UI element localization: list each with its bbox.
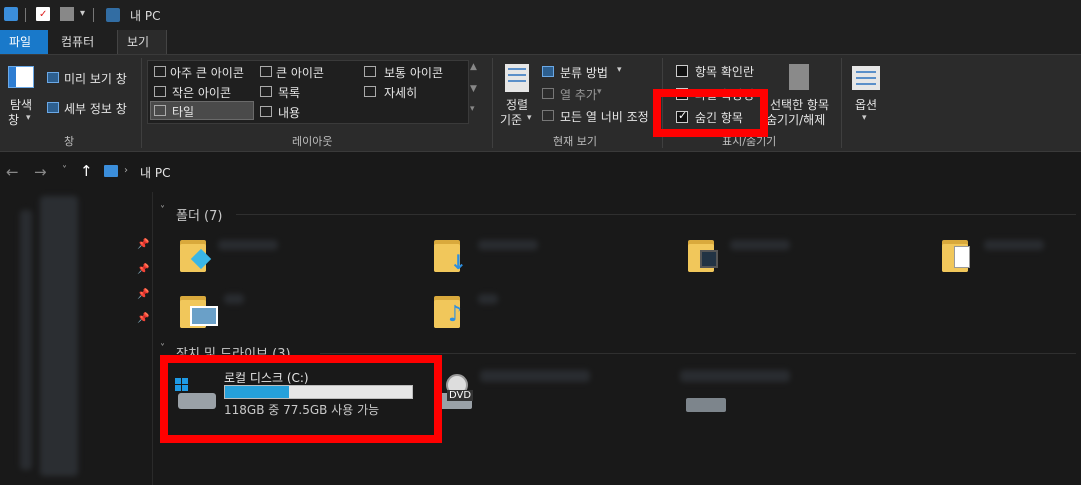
preview-pane-icon [47, 72, 59, 83]
preview-pane-button[interactable]: 미리 보기 창 [64, 70, 127, 87]
collapse-chevron-icon[interactable]: ˅ [160, 343, 165, 354]
tab-file[interactable]: 파일 [0, 30, 48, 54]
folder-pictures-icon[interactable] [180, 292, 218, 328]
gallery-more-icon[interactable]: ▾ [470, 104, 475, 114]
pin-icon[interactable]: 📌 [137, 239, 149, 250]
sort-by-button-line2[interactable]: 기준 [500, 111, 522, 128]
address-path[interactable]: 내 PC [140, 164, 170, 181]
layout-content[interactable]: 내용 [278, 104, 300, 121]
hide-selected-items-icon[interactable] [789, 64, 809, 90]
item-checkboxes-label[interactable]: 항목 확인란 [695, 63, 754, 80]
layout-small-icons[interactable]: 작은 아이콘 [172, 84, 231, 101]
content-icon [260, 106, 272, 117]
chevron-down-icon[interactable]: ▾ [527, 113, 532, 123]
small-icons-icon [154, 86, 166, 97]
folder-name-blurred[interactable] [218, 240, 278, 250]
divider [93, 8, 94, 22]
up-arrow-icon[interactable]: ↑ [80, 162, 93, 180]
tab-view[interactable]: 보기 [117, 30, 167, 54]
sort-by-icon[interactable] [505, 64, 529, 92]
group-separator [841, 58, 842, 148]
nav-items-blurred[interactable] [40, 196, 78, 476]
back-arrow-icon[interactable]: ← [6, 163, 19, 181]
layout-list[interactable]: 목록 [278, 84, 300, 101]
pane-group-label: 창 [64, 135, 75, 148]
details-pane-button[interactable]: 세부 정보 창 [64, 100, 127, 117]
nav-icons-blurred [20, 210, 32, 470]
chevron-down-icon[interactable]: ▾ [597, 87, 602, 97]
drive-name-blurred[interactable] [480, 370, 590, 382]
medium-icons-icon [364, 66, 376, 77]
large-icons-icon [260, 66, 272, 77]
pin-icon[interactable]: 📌 [137, 264, 149, 275]
navigation-pane-icon[interactable] [8, 66, 34, 88]
gallery-scroll-up-icon[interactable]: ▲ [470, 62, 477, 72]
add-columns-icon [542, 88, 554, 99]
dvd-label: DVD [447, 390, 474, 401]
address-bar[interactable] [98, 160, 1081, 184]
details-pane-icon [47, 102, 59, 113]
layout-medium-icons[interactable]: 보통 아이콘 [384, 64, 443, 81]
folder-3d-objects-icon[interactable] [180, 236, 212, 272]
group-by-button[interactable]: 분류 방법 [560, 64, 608, 81]
layout-details[interactable]: 자세히 [384, 84, 417, 101]
folder-name-blurred[interactable] [984, 240, 1044, 250]
properties-icon[interactable]: ✓ [36, 7, 50, 21]
layout-large-icons[interactable]: 큰 아이콘 [276, 64, 324, 81]
drive-name-blurred[interactable] [680, 370, 790, 382]
chevron-down-icon[interactable]: ▾ [862, 113, 867, 123]
hide-selected-button-line2[interactable]: 숨기기/해제 [766, 111, 825, 128]
breadcrumb-separator-icon[interactable]: › [124, 165, 128, 176]
highlight-box-hidden-items [653, 89, 768, 137]
list-icon [260, 86, 272, 97]
section-divider [236, 214, 1076, 215]
size-columns-icon [542, 110, 554, 121]
folder-name-blurred[interactable] [730, 240, 790, 250]
folder-documents-icon[interactable] [942, 236, 970, 272]
options-icon[interactable] [852, 66, 880, 90]
folder-music-icon[interactable]: ♪ [434, 292, 462, 328]
group-separator [141, 58, 142, 148]
details-icon [364, 86, 376, 97]
layout-tiles[interactable]: 타일 [172, 103, 194, 120]
current-view-group-label: 현재 보기 [553, 135, 597, 148]
tiles-icon [154, 105, 166, 116]
folder-name-blurred[interactable] [478, 240, 538, 250]
item-checkboxes-checkbox[interactable] [676, 65, 688, 77]
title-bar: ✓ ▾ 내 PC [0, 0, 1081, 30]
new-folder-icon[interactable] [60, 7, 74, 21]
computer-icon [104, 165, 118, 177]
tab-computer[interactable]: 컴퓨터 [52, 30, 103, 54]
folder-name-blurred[interactable] [478, 294, 498, 304]
computer-icon [4, 7, 18, 21]
computer-icon [106, 8, 120, 22]
pin-icon[interactable]: 📌 [137, 289, 149, 300]
folder-videos-icon[interactable] [688, 236, 718, 272]
drive-icon[interactable] [686, 398, 726, 412]
chevron-down-icon[interactable]: ▾ [617, 65, 622, 75]
group-separator [492, 58, 493, 148]
group-by-icon [542, 66, 554, 77]
highlight-box-local-disk [160, 355, 442, 443]
add-columns-button[interactable]: 열 추가 [560, 86, 597, 103]
options-button[interactable]: 옵션 [855, 96, 877, 113]
divider [25, 8, 26, 22]
navigation-pane-button-line2[interactable]: 창 [8, 111, 19, 128]
folder-name-blurred[interactable] [224, 294, 244, 304]
chevron-down-icon[interactable]: ▾ [26, 113, 31, 123]
pin-icon[interactable]: 📌 [137, 313, 149, 324]
folder-downloads-icon[interactable]: ↓ [434, 236, 467, 274]
gallery-scroll-down-icon[interactable]: ▼ [470, 84, 477, 94]
layout-group-label: 레이아웃 [292, 135, 333, 148]
folders-section-header[interactable]: 폴더 (7) [176, 205, 222, 224]
size-all-columns-button[interactable]: 모든 열 너비 조정 [560, 108, 649, 125]
chevron-down-icon[interactable]: ▾ [80, 8, 85, 19]
forward-arrow-icon[interactable]: → [34, 163, 47, 181]
recent-locations-chevron-icon[interactable]: ˅ [62, 165, 67, 176]
collapse-chevron-icon[interactable]: ˅ [160, 205, 165, 216]
extra-large-icons-icon [154, 66, 166, 77]
section-divider [320, 353, 1076, 354]
layout-extra-large-icons[interactable]: 아주 큰 아이콘 [170, 64, 244, 81]
window-title: 내 PC [130, 9, 161, 23]
